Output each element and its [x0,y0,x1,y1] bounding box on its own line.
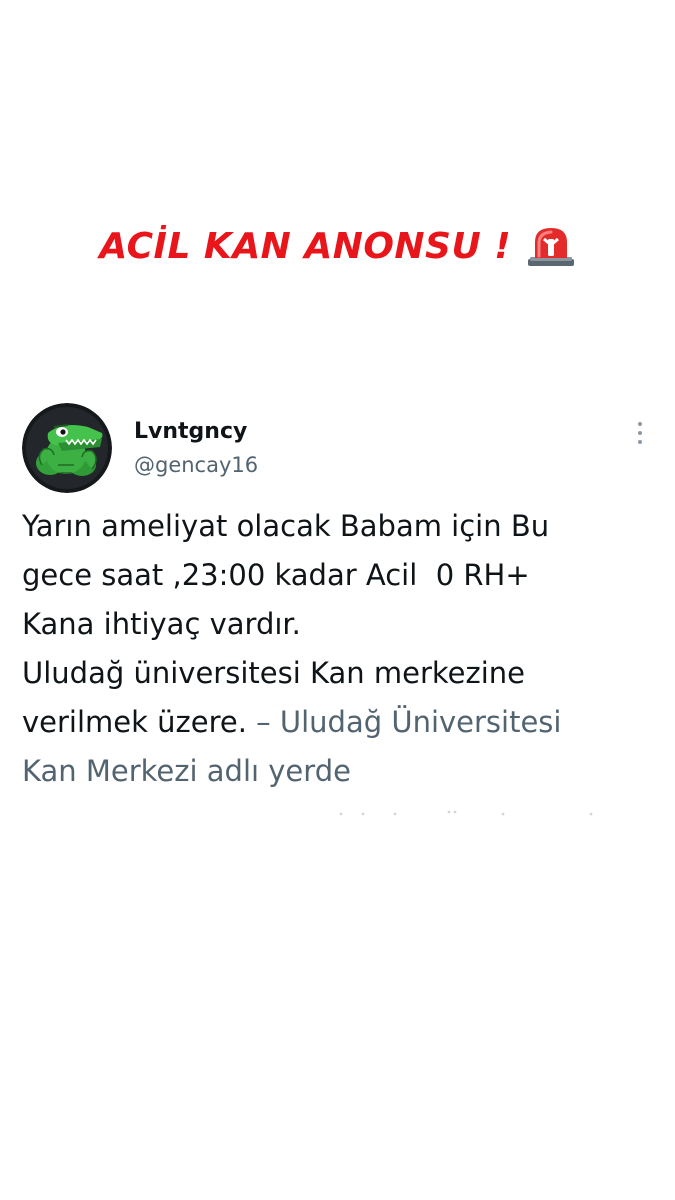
faded-text-remnant [337,805,607,816]
location-link-continued[interactable]: Kan Merkezi adlı yerde [22,747,654,796]
tweet-text-line: Yarın ameliyat olacak Babam için Bu [22,509,550,543]
tweet-text: Yarın ameliyat olacak Babam için Bu gece… [22,502,654,796]
tweet-text-line: Uludağ üniversitesi Kan merkezine [22,656,525,690]
siren-icon [526,225,576,267]
author-handle[interactable]: @gencay16 [134,450,258,480]
announcement-header: ACİL KAN ANONSU ! [0,225,675,267]
tweet-text-line: verilmek üzere. – Uludağ Üniversitesi [22,698,654,747]
tweet-text-line: Kana ihtiyaç vardır. [22,607,301,641]
tweet-text-line: gece saat ,23:00 kadar Acil 0 RH+ [22,558,530,592]
location-link[interactable]: – Uludağ Üniversitesi [256,705,561,739]
tweet-author: Lvntgncy @gencay16 [134,418,258,480]
author-display-name[interactable]: Lvntgncy [134,418,258,446]
tweet-text-end: verilmek üzere. [22,705,257,739]
announcement-title: ACİL KAN ANONSU ! [99,225,512,267]
more-options-icon[interactable] [630,420,650,446]
crocodile-avatar-icon[interactable] [22,403,112,493]
